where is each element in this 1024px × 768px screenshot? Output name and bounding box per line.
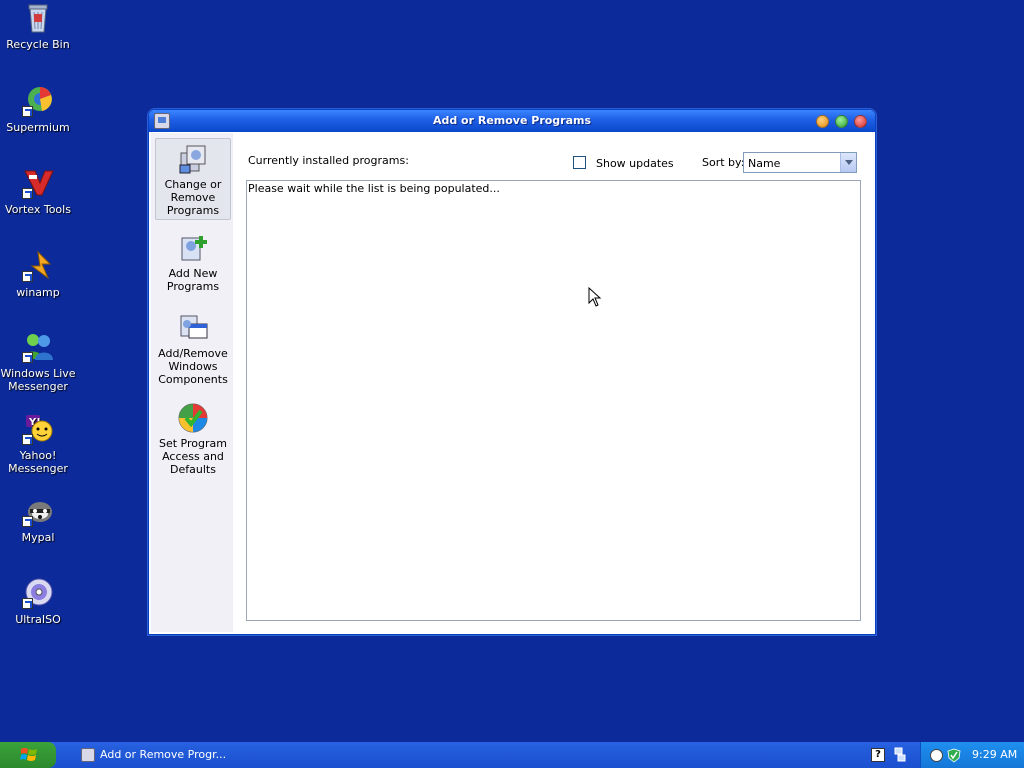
desktop-icon-label: Recycle Bin [6,38,70,51]
minimize-button[interactable] [816,115,829,128]
clock[interactable]: 9:29 AM [972,748,1017,761]
maximize-button[interactable] [835,115,848,128]
shortcut-arrow-icon [22,271,33,282]
window-title: Add or Remove Programs [432,114,592,127]
sidebar: Change or Remove Programs Add New Progra… [151,133,233,632]
close-button[interactable] [854,115,867,128]
desktop-icon-label: Yahoo! Messenger [8,449,68,475]
shortcut-arrow-icon [22,106,33,117]
sidebar-item-change-remove-programs[interactable]: Change or Remove Programs [155,138,231,220]
sidebar-item-label: Change or Remove Programs [164,178,222,217]
program-access-defaults-icon [177,402,209,434]
chevron-down-icon[interactable] [840,153,856,172]
desktop-icon-vortex-tools[interactable]: Vortex Tools [0,167,78,216]
add-remove-programs-window: Add or Remove Programs Change or Remove … [148,109,876,635]
windows-components-icon [177,312,209,344]
add-new-programs-icon [177,232,209,264]
desktop-icon-yahoo-messenger[interactable]: Y! Yahoo! Messenger [0,413,78,475]
desktop-icon-winamp[interactable]: winamp [0,250,78,299]
shortcut-arrow-icon [22,188,33,199]
control-panel-icon [81,748,95,762]
desktop-icon-label: UltraISO [15,613,61,626]
sort-by-select[interactable]: Name [743,152,857,173]
desktop-icon-label: Vortex Tools [5,203,71,216]
winamp-icon [22,250,54,282]
sidebar-item-windows-components[interactable]: Add/Remove Windows Components [155,308,231,390]
sidebar-item-label: Set Program Access and Defaults [159,437,227,476]
windows-live-messenger-icon [22,331,54,363]
desktop-icon-label: winamp [16,286,60,299]
ultraiso-icon [22,577,54,609]
sidebar-item-program-access-defaults[interactable]: Set Program Access and Defaults [155,398,231,480]
control-panel-icon [154,113,170,129]
desktop-icon-label: Supermium [6,121,70,134]
taskbar-item-label: Add or Remove Progr... [100,748,227,761]
sort-by-label: Sort by: [702,156,745,169]
supermium-icon [22,85,54,117]
mypal-icon [22,495,54,527]
shortcut-arrow-icon [22,434,33,445]
sidebar-item-add-new-programs[interactable]: Add New Programs [155,228,231,298]
desktop-icon-label: Mypal [21,531,55,544]
change-remove-programs-icon [177,143,209,175]
installed-programs-label: Currently installed programs: [248,154,409,167]
vortex-tools-icon [22,167,54,199]
desktop-icon-ultraiso[interactable]: UltraISO [0,577,78,626]
programs-list[interactable]: Please wait while the list is being popu… [246,180,861,621]
window-titlebar[interactable]: Add or Remove Programs [149,110,875,132]
system-tray: 9:29 AM [920,742,1024,768]
taskbar: Add or Remove Progr... ? 9:29 AM [0,742,1024,768]
mouse-cursor-icon [588,287,602,307]
security-shield-icon[interactable] [947,748,961,763]
sidebar-item-label: Add/Remove Windows Components [158,347,228,386]
shortcut-arrow-icon [22,598,33,609]
sort-by-value: Name [748,157,781,170]
desktop-icon-supermium[interactable]: Supermium [0,85,78,134]
show-updates-label[interactable]: Show updates [596,157,674,170]
show-updates-checkbox-row[interactable]: Show updates [573,156,674,172]
shortcut-arrow-icon [22,352,33,363]
desktop-icon-mypal[interactable]: Mypal [0,495,78,544]
recycle-bin-icon [22,2,54,34]
sidebar-item-label: Add New Programs [166,267,220,293]
tray-status-icon[interactable] [930,749,943,762]
windows-logo-icon [20,748,37,761]
start-button[interactable] [0,742,56,768]
desktop-icon-windows-live-messenger[interactable]: Windows Live Messenger [0,331,78,393]
desktop-icon-recycle-bin[interactable]: Recycle Bin [0,2,78,51]
yahoo-messenger-icon: Y! [22,413,54,445]
desktop-icon-label: Windows Live Messenger [0,367,76,393]
network-icon[interactable] [894,747,906,763]
list-status-text: Please wait while the list is being popu… [248,182,500,195]
show-updates-checkbox[interactable] [573,156,586,169]
help-icon[interactable]: ? [871,748,885,762]
taskbar-item-add-remove-programs[interactable]: Add or Remove Progr... [78,744,238,766]
shortcut-arrow-icon [22,516,33,527]
